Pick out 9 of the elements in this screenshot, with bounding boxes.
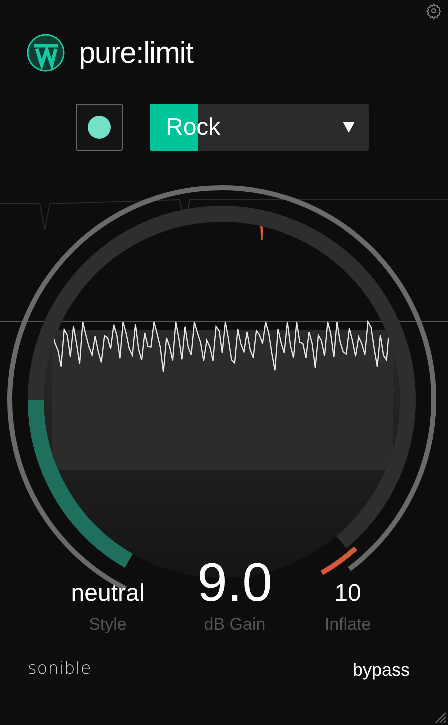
control-label: Inflate <box>324 614 372 636</box>
control-value[interactable]: 9.0 <box>197 556 273 610</box>
control-label: dB Gain <box>204 614 266 636</box>
control-value[interactable]: 10 <box>334 580 362 608</box>
control-label: Style <box>89 614 127 636</box>
app-title: pure:limit <box>79 36 194 72</box>
brand-logo: sonible <box>28 658 92 682</box>
bypass-button[interactable]: bypass <box>352 656 410 684</box>
control-value[interactable]: neutral <box>71 580 145 608</box>
